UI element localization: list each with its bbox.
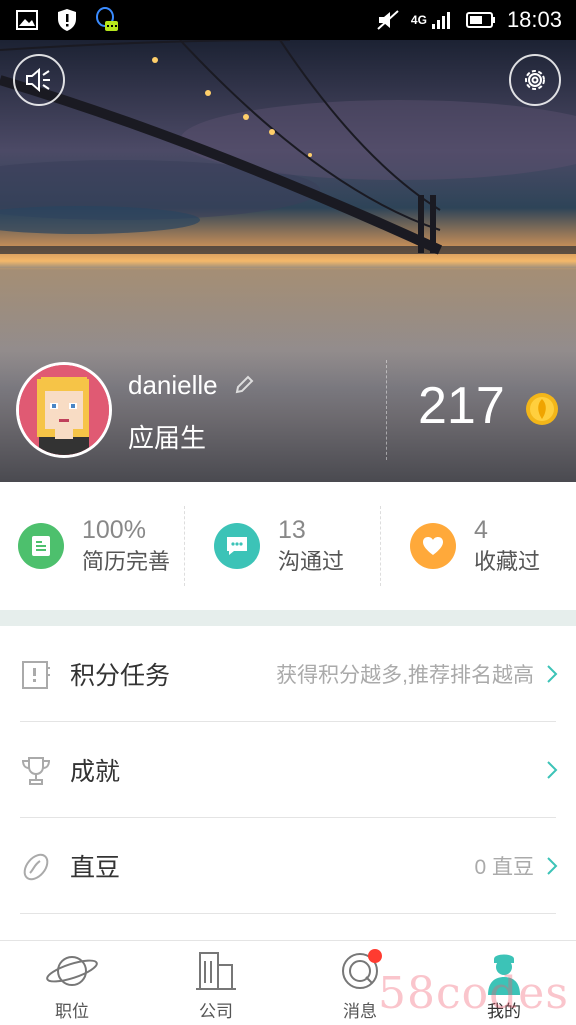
- menu-hint: 获得积分越多,推荐排名越高: [276, 664, 534, 687]
- qq-notification-icon: [94, 7, 120, 33]
- avatar[interactable]: [16, 362, 112, 458]
- nav-companies[interactable]: 公司: [144, 941, 288, 1025]
- avatar-illustration: [19, 365, 109, 455]
- signal-icon: [429, 7, 455, 33]
- nav-jobs[interactable]: 职位: [0, 941, 144, 1025]
- edit-pencil-icon[interactable]: [233, 374, 255, 396]
- chat-icon: [214, 523, 260, 569]
- gear-icon: [525, 70, 545, 90]
- clock: 18:03: [506, 7, 562, 32]
- stats-row: 100% 简历完善 13 沟通过 4 收藏过: [0, 482, 576, 610]
- heart-icon: [410, 523, 456, 569]
- mute-icon: [375, 7, 401, 33]
- trophy-icon: [21, 757, 51, 785]
- resume-icon: [18, 523, 64, 569]
- user-status: 应届生: [128, 423, 207, 453]
- bean-icon: [23, 853, 49, 881]
- speaker-icon: [26, 67, 50, 93]
- header-divider: [386, 360, 387, 460]
- stat-value: 13: [278, 516, 306, 544]
- stat-favorited[interactable]: 4 收藏过: [380, 482, 576, 610]
- chevron-right-icon: [547, 857, 558, 875]
- menu-item-achievements[interactable]: 成就: [0, 722, 576, 818]
- gallery-icon: [14, 7, 40, 33]
- stat-label: 简历完善: [82, 549, 171, 574]
- network-type: 4G: [410, 13, 427, 27]
- profile-header: danielle 应届生 217: [0, 40, 576, 482]
- menu-label: 直豆: [70, 854, 121, 882]
- menu-label: 成就: [70, 758, 121, 786]
- nav-label: 我的: [487, 1002, 521, 1021]
- chevron-right-icon: [547, 761, 558, 779]
- stat-label: 沟通过: [278, 549, 345, 574]
- menu-hint: 0 直豆: [474, 856, 534, 879]
- menu-item-point-tasks[interactable]: 积分任务 获得积分越多,推荐排名越高: [0, 626, 576, 722]
- coin-icon: [526, 393, 558, 425]
- points-value[interactable]: 217: [418, 376, 505, 436]
- nav-messages[interactable]: 消息: [288, 941, 432, 1025]
- status-bar: 4G 18:03: [0, 0, 576, 40]
- section-divider: [0, 610, 576, 626]
- menu-list: 积分任务 获得积分越多,推荐排名越高 成就 直豆 0 直豆: [0, 626, 576, 914]
- building-icon: [196, 952, 236, 990]
- stat-chatted[interactable]: 13 沟通过: [184, 482, 380, 610]
- stat-value: 4: [474, 516, 488, 544]
- nav-label: 消息: [343, 1002, 377, 1021]
- nav-label: 职位: [55, 1002, 89, 1021]
- user-icon: [488, 954, 520, 995]
- sound-button[interactable]: [13, 54, 65, 106]
- nav-label: 公司: [199, 1002, 233, 1021]
- task-icon: [22, 661, 50, 689]
- menu-item-beans[interactable]: 直豆 0 直豆: [0, 818, 576, 914]
- settings-button[interactable]: [509, 54, 561, 106]
- username: danielle: [128, 370, 218, 400]
- menu-label: 积分任务: [70, 662, 171, 690]
- bottom-nav: 职位 公司 消息 我的: [0, 940, 576, 1025]
- message-badge: [368, 949, 382, 963]
- stat-value: 100%: [82, 516, 146, 544]
- nav-me[interactable]: 我的: [432, 941, 576, 1025]
- shield-icon: [54, 7, 80, 33]
- stat-label: 收藏过: [474, 549, 541, 574]
- planet-icon: [46, 956, 98, 986]
- battery-icon: [465, 7, 497, 33]
- stat-resume[interactable]: 100% 简历完善: [0, 482, 184, 610]
- chevron-right-icon: [547, 665, 558, 683]
